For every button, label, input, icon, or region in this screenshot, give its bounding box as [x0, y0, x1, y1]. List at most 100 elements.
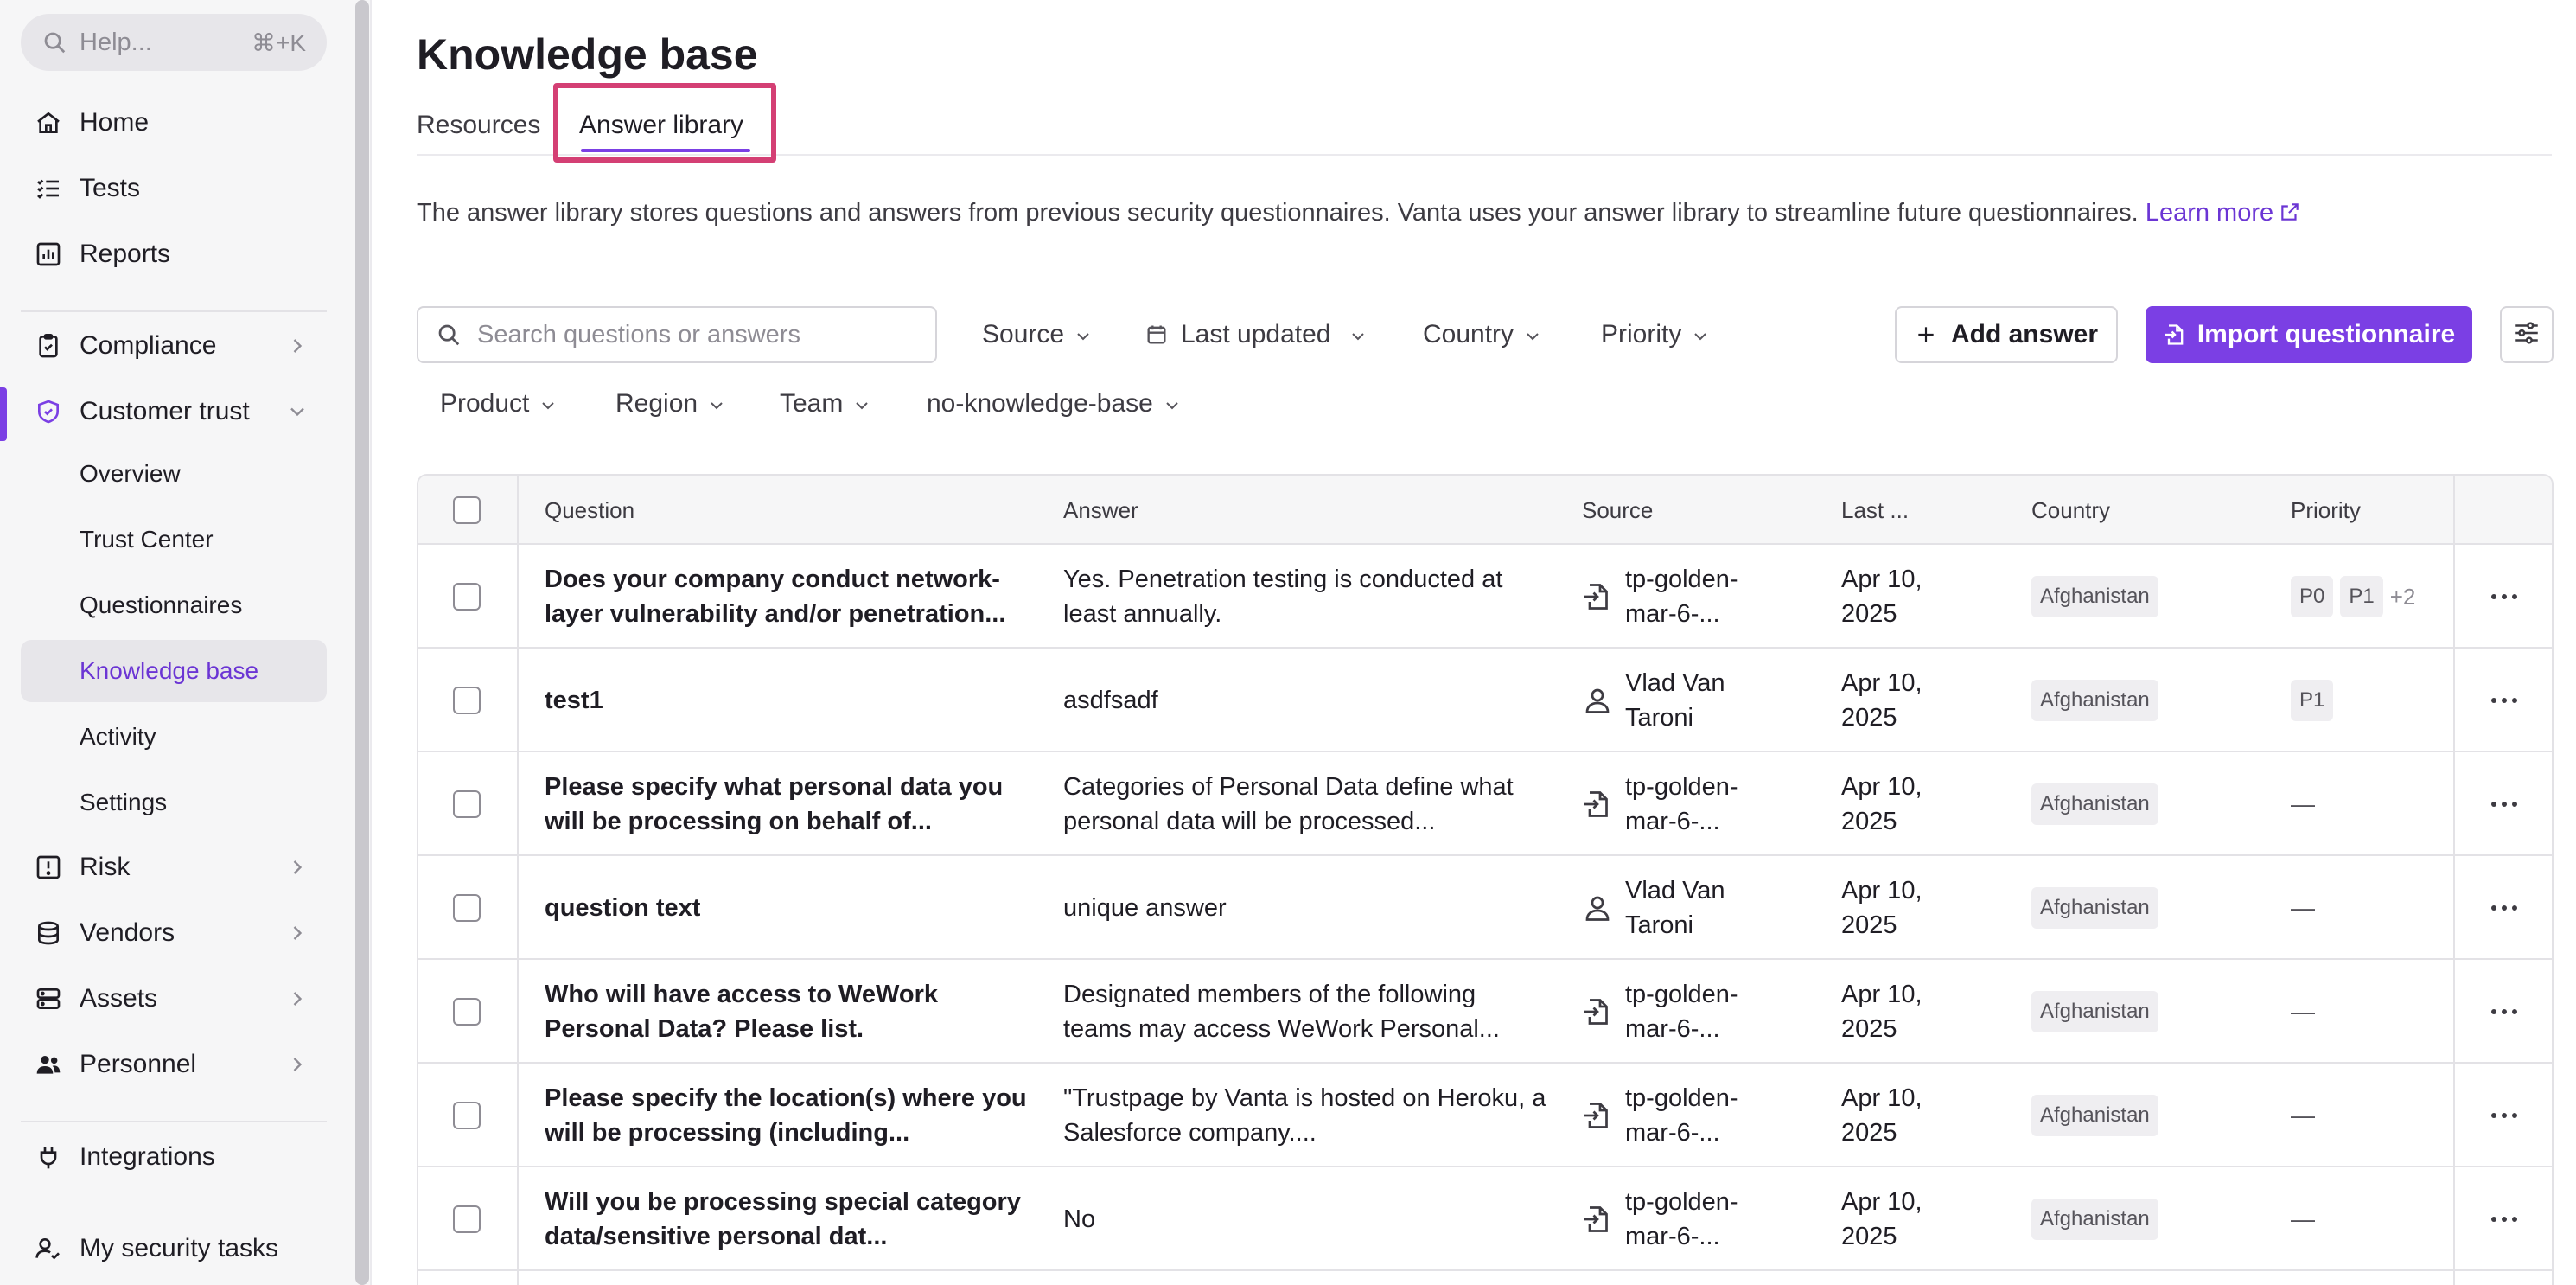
more-horizontal-icon[interactable] [2491, 698, 2517, 703]
column-header-question[interactable]: Question [545, 476, 634, 545]
sidebar-item-label: Personnel [80, 1050, 197, 1078]
source-text: tp-golden-mar-6-... [1625, 981, 1738, 1043]
row-checkbox[interactable] [453, 790, 481, 818]
sidebar-subitem-settings[interactable]: Settings [21, 771, 327, 834]
select-all-checkbox[interactable] [453, 496, 481, 524]
column-header-source[interactable]: Source [1582, 476, 1653, 545]
table-settings-button[interactable] [2500, 306, 2554, 363]
sidebar-item-risk[interactable]: Risk [21, 837, 327, 898]
country-pill: Afghanistan [2031, 1199, 2158, 1240]
column-header-answer[interactable]: Answer [1063, 476, 1138, 545]
row-actions-cell [2491, 960, 2517, 1064]
chevron-right-icon [285, 855, 309, 879]
table-row[interactable]: question text unique answer Vlad Van Taron… [418, 856, 2552, 960]
row-checkbox[interactable] [453, 1102, 481, 1129]
tab-resources[interactable]: Resources [417, 111, 540, 140]
sidebar-item-integrations[interactable]: Integrations [21, 1127, 327, 1187]
row-actions-cell [2491, 1064, 2517, 1167]
source-text: tp-golden-mar-6-... [1625, 1188, 1738, 1250]
search-input[interactable] [477, 320, 918, 349]
filter-label: Country [1423, 320, 1514, 348]
filter-last-updated[interactable]: Last updated [1145, 306, 1368, 363]
column-header-priority[interactable]: Priority [2291, 476, 2361, 545]
table-row[interactable]: Please specify the location(s) where you… [418, 1064, 2552, 1167]
help-shortcut: ⌘+K [251, 29, 306, 56]
source-cell: tp-golden-mar-6-... [1582, 960, 1789, 1064]
import-questionnaire-label: Import questionnaire [2197, 320, 2456, 348]
updated-text: Apr 10, 2025 [1841, 1084, 1922, 1147]
filter-source[interactable]: Source [982, 306, 1094, 363]
question-text: Will you be processing special category … [545, 1188, 1021, 1250]
row-checkbox[interactable] [453, 583, 481, 611]
updated-cell: Apr 10, 2025 [1841, 1167, 1971, 1271]
file-import-icon [1582, 1204, 1613, 1235]
more-horizontal-icon[interactable] [2491, 594, 2517, 599]
more-horizontal-icon[interactable] [2491, 905, 2517, 911]
stack-icon [33, 917, 64, 949]
sidebar-subitem-questionnaires[interactable]: Questionnaires [21, 574, 327, 636]
row-checkbox[interactable] [453, 894, 481, 922]
row-checkbox[interactable] [453, 1205, 481, 1233]
column-header-country[interactable]: Country [2031, 476, 2110, 545]
sidebar-item-assets[interactable]: Assets [21, 969, 327, 1029]
sidebar-item-label: Home [80, 108, 150, 137]
filter-country[interactable]: Country [1423, 306, 1543, 363]
question-cell: Please specify what personal data you wi… [545, 752, 1029, 856]
more-horizontal-icon[interactable] [2491, 1009, 2517, 1014]
updated-text: Apr 10, 2025 [1841, 981, 1922, 1043]
filter-priority[interactable]: Priority [1601, 306, 1711, 363]
user-icon [1582, 892, 1613, 924]
external-link-icon [2279, 198, 2301, 221]
filter-region[interactable]: Region [615, 375, 727, 432]
filter-product[interactable]: Product [440, 375, 558, 432]
sidebar-item-compliance[interactable]: Compliance [21, 316, 327, 376]
sidebar-item-personnel[interactable]: Personnel [21, 1034, 327, 1095]
learn-more-link[interactable]: Learn more [2146, 199, 2301, 227]
question-text: test1 [545, 687, 603, 714]
sidebar-subitem-activity[interactable]: Activity [21, 706, 327, 768]
country-pill: Afghanistan [2031, 991, 2158, 1032]
filter-no-knowledge-base[interactable]: no-knowledge-base [927, 375, 1183, 432]
question-cell: question text [545, 856, 1029, 960]
more-horizontal-icon[interactable] [2491, 1217, 2517, 1222]
table-row[interactable]: Does your company conduct network-layer … [418, 545, 2552, 649]
sidebar-subitem-trust-center[interactable]: Trust Center [21, 508, 327, 571]
table-row[interactable]: Please specify what personal data you wi… [418, 752, 2552, 856]
chevron-down-icon [1162, 393, 1183, 414]
more-horizontal-icon[interactable] [2491, 1113, 2517, 1118]
table-row[interactable]: Will you be processing special category … [418, 1167, 2552, 1271]
sidebar-item-tests[interactable]: Tests [21, 158, 327, 219]
country-pill: Afghanistan [2031, 1095, 2158, 1136]
sidebar-scrollbar-thumb[interactable] [355, 0, 369, 1285]
table-header: Question Answer Source Last ... Country … [418, 476, 2552, 545]
import-questionnaire-button[interactable]: Import questionnaire [2146, 306, 2472, 363]
question-text: Who will have access to WeWork Personal … [545, 981, 939, 1043]
filter-team[interactable]: Team [780, 375, 872, 432]
sidebar-separator [21, 310, 327, 312]
row-checkbox[interactable] [453, 687, 481, 714]
table-row[interactable]: Who will have access to WeWork Personal … [418, 960, 2552, 1064]
sidebar-subitem-knowledge-base[interactable]: Knowledge base [21, 640, 327, 702]
page-title: Knowledge base [417, 30, 758, 79]
search-icon [41, 29, 67, 55]
country-pill: Afghanistan [2031, 783, 2158, 825]
sidebar-item-customer-trust[interactable]: Customer trust [21, 381, 327, 442]
filter-label: Region [615, 389, 698, 418]
search-field[interactable] [417, 306, 937, 363]
sidebar-item-home[interactable]: Home [21, 93, 327, 153]
sidebar-subitem-overview[interactable]: Overview [21, 443, 327, 505]
help-search[interactable]: Help... ⌘+K [21, 14, 327, 71]
priority-cell: — [2291, 752, 2315, 856]
sidebar-item-my-security-tasks[interactable]: My security tasks [21, 1218, 327, 1279]
table-row[interactable]: test1 asdfsadf Vlad Van Taroni Apr 10, 2025… [418, 649, 2552, 752]
more-horizontal-icon[interactable] [2491, 802, 2517, 807]
sidebar-item-reports[interactable]: Reports [21, 224, 327, 284]
row-checkbox[interactable] [453, 998, 481, 1026]
updated-text: Apr 10, 2025 [1841, 1188, 1922, 1250]
sidebar-item-vendors[interactable]: Vendors [21, 903, 327, 963]
priority-pill: P0 [2291, 576, 2334, 617]
column-header-last-updated[interactable]: Last ... [1841, 476, 1909, 545]
filter-label: Team [780, 389, 844, 418]
add-answer-button[interactable]: Add answer [1895, 306, 2118, 363]
chevron-down-icon [706, 393, 727, 414]
